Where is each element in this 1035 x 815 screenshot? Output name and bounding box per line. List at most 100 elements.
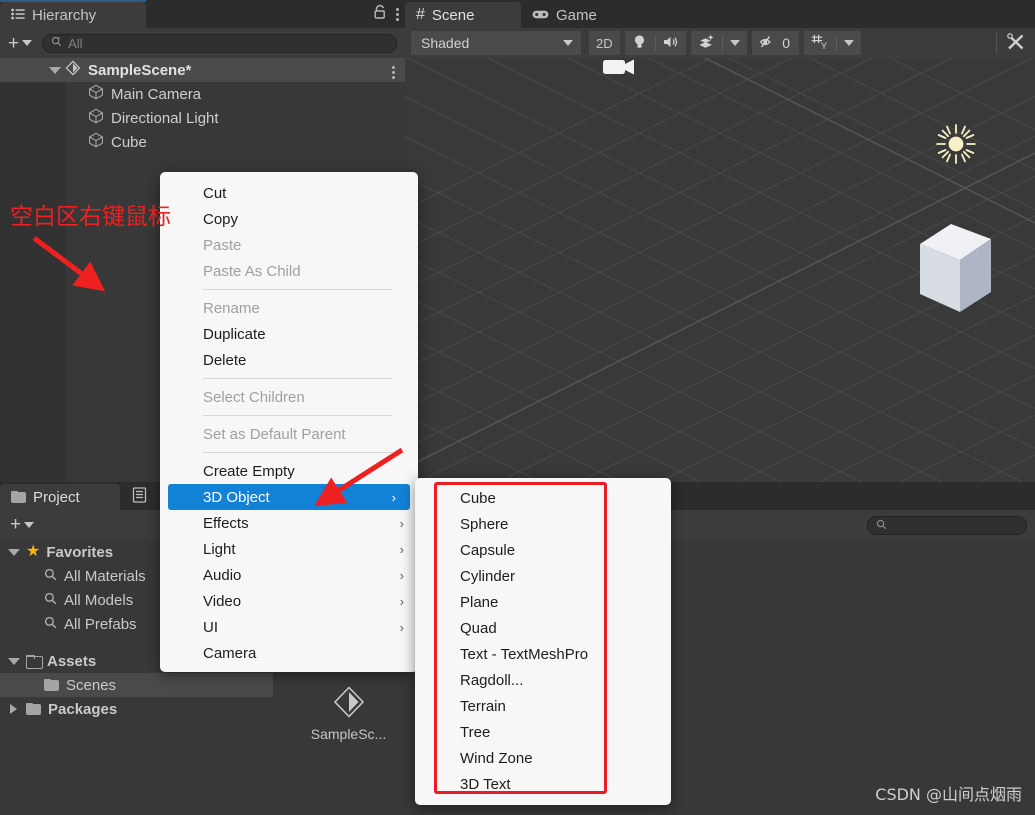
context-menu-item-effects[interactable]: Effects ›	[160, 510, 418, 536]
context-menu-item-label: Effects	[203, 514, 249, 532]
submenu-item-cube[interactable]: Cube	[415, 485, 671, 511]
submenu-item-plane[interactable]: Plane	[415, 589, 671, 615]
tab-scene[interactable]: # Scene	[405, 2, 521, 28]
submenu-item-label: Terrain	[460, 697, 506, 715]
context-menu-item-label: Camera	[203, 644, 257, 662]
tab-project[interactable]: Project	[0, 484, 120, 510]
hierarchy-add-button[interactable]: +	[8, 34, 33, 53]
speaker-icon	[663, 35, 679, 52]
light-gizmo-icon[interactable]	[933, 121, 979, 172]
hierarchy-scene-row[interactable]: SampleScene*	[0, 58, 405, 82]
hierarchy-search-input[interactable]: All	[42, 33, 397, 53]
submenu-item-text-textmeshpro[interactable]: Text - TextMeshPro	[415, 641, 671, 667]
annotation-arrow-left	[32, 236, 106, 292]
submenu-item-cylinder[interactable]: Cylinder	[415, 563, 671, 589]
expand-triangle-icon[interactable]	[8, 657, 20, 665]
project-add-button[interactable]: +	[10, 515, 35, 534]
tab-game[interactable]: Game	[521, 2, 611, 28]
toggle-2d-button[interactable]: 2D	[589, 31, 620, 55]
hash-icon: #	[416, 6, 425, 23]
hierarchy-item-label: Directional Light	[111, 109, 219, 127]
project-tree-label: All Materials	[64, 567, 146, 585]
tab-console[interactable]	[120, 484, 159, 510]
context-menu-item-duplicate[interactable]: Duplicate	[160, 321, 418, 347]
asset-tile-samplescene[interactable]: SampleSc...	[291, 685, 406, 742]
hierarchy-kebab-menu-icon[interactable]	[396, 8, 399, 21]
context-menu-item-label: Video	[203, 592, 242, 610]
project-tree-item-scenes[interactable]: Scenes	[0, 673, 273, 697]
hidden-objects-button[interactable]: 0	[751, 31, 798, 55]
submenu-item-label: 3D Text	[460, 775, 511, 793]
context-menu-item-label: Create Empty	[203, 462, 295, 480]
context-menu-item-paste-as-child: Paste As Child	[160, 258, 418, 284]
scene-tools-button[interactable]	[997, 31, 1035, 55]
annotation-arrow-3d-object	[313, 447, 404, 507]
folder-icon	[11, 491, 26, 503]
project-search-input[interactable]	[867, 516, 1027, 535]
hierarchy-list-icon	[11, 7, 25, 24]
project-tree-label: Assets	[47, 652, 97, 670]
chevron-down-icon	[563, 40, 573, 46]
tab-hierarchy[interactable]: Hierarchy	[0, 2, 146, 28]
context-menu-item-delete[interactable]: Delete	[160, 347, 418, 373]
submenu-item-label: Ragdoll...	[460, 671, 524, 689]
star-icon: ★	[26, 543, 41, 560]
submenu-item-wind-zone[interactable]: Wind Zone	[415, 745, 671, 771]
scene-panel: # Scene Game Shaded 2D 0 Y	[405, 0, 1035, 482]
context-menu-item-copy[interactable]: Copy	[160, 206, 418, 232]
context-menu-item-camera[interactable]: Camera	[160, 640, 418, 666]
context-menu-item-rename: Rename	[160, 295, 418, 321]
hierarchy-item-main-camera[interactable]: Main Camera	[0, 82, 405, 106]
camera-gizmo-icon[interactable]	[601, 58, 641, 83]
grid-dropdown-button[interactable]	[836, 31, 861, 55]
context-menu-item-video[interactable]: Video ›	[160, 588, 418, 614]
submenu-item-label: Quad	[460, 619, 497, 637]
submenu-item-3d-text[interactable]: 3D Text	[415, 771, 671, 797]
expand-triangle-icon[interactable]	[8, 548, 20, 556]
project-tree-item-packages[interactable]: Packages	[0, 697, 273, 721]
hierarchy-tabstrip: Hierarchy	[0, 0, 405, 28]
context-menu-item-audio[interactable]: Audio ›	[160, 562, 418, 588]
hierarchy-search-placeholder: All	[68, 35, 83, 51]
hierarchy-item-directional-light[interactable]: Directional Light	[0, 106, 405, 130]
gameobject-cube-icon	[88, 84, 104, 104]
hierarchy-scene-kebab-icon[interactable]	[392, 66, 395, 79]
audio-toggle-button[interactable]	[655, 31, 686, 55]
submenu-item-quad[interactable]: Quad	[415, 615, 671, 641]
expand-triangle-icon[interactable]	[49, 66, 61, 74]
context-menu-separator	[203, 415, 392, 416]
submenu-item-label: Cube	[460, 489, 496, 507]
submenu-item-terrain[interactable]: Terrain	[415, 693, 671, 719]
lock-icon[interactable]	[373, 4, 387, 25]
search-icon	[44, 568, 57, 585]
expand-triangle-icon[interactable]	[10, 704, 17, 714]
chevron-right-icon: ›	[399, 515, 404, 531]
gamepad-icon	[532, 7, 549, 24]
effects-toggle-button[interactable]	[690, 31, 722, 55]
cube-object[interactable]	[918, 220, 994, 321]
tab-scene-label: Scene	[431, 6, 475, 24]
chevron-right-icon: ›	[399, 593, 404, 609]
effects-dropdown-button[interactable]	[722, 31, 747, 55]
tab-project-label: Project	[33, 488, 80, 506]
submenu-item-ragdoll[interactable]: Ragdoll...	[415, 667, 671, 693]
hierarchy-item-cube[interactable]: Cube	[0, 130, 405, 154]
grid-icon: Y	[811, 34, 829, 53]
context-menu-item-light[interactable]: Light ›	[160, 536, 418, 562]
scene-viewport[interactable]	[405, 58, 1035, 482]
hierarchy-corner-icons	[373, 4, 399, 25]
lighting-toggle-button[interactable]	[624, 31, 655, 55]
context-menu-item-paste: Paste	[160, 232, 418, 258]
submenu-item-label: Cylinder	[460, 567, 516, 585]
submenu-item-tree[interactable]: Tree	[415, 719, 671, 745]
grid-snap-button[interactable]: Y	[803, 31, 836, 55]
context-menu-item-ui[interactable]: UI ›	[160, 614, 418, 640]
submenu-item-sphere[interactable]: Sphere	[415, 511, 671, 537]
search-icon	[876, 517, 887, 535]
submenu-item-label: Text - TextMeshPro	[460, 645, 589, 663]
context-menu-item-cut[interactable]: Cut	[160, 180, 418, 206]
hierarchy-item-label: Cube	[111, 133, 147, 151]
tools-icon	[1007, 32, 1025, 54]
submenu-item-capsule[interactable]: Capsule	[415, 537, 671, 563]
draw-mode-dropdown[interactable]: Shaded	[411, 31, 581, 55]
